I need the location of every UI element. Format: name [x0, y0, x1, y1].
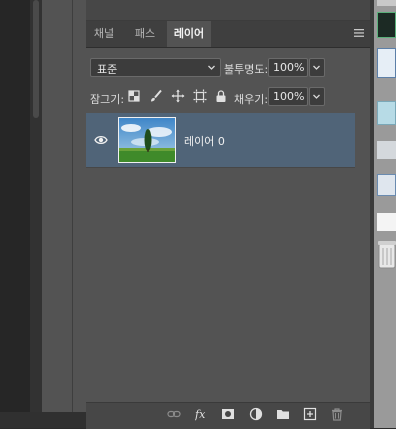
eye-icon[interactable] — [94, 134, 108, 146]
gutter-divider — [72, 0, 73, 428]
chevron-down-icon — [208, 65, 215, 70]
document-canvas-edge — [0, 0, 30, 412]
adjustment-layer-icon[interactable] — [249, 407, 263, 421]
tab-layers[interactable]: 레이어 — [167, 21, 211, 47]
status-strip — [0, 412, 86, 428]
lock-label: 잠그기: — [90, 93, 125, 106]
dock-thumbnail[interactable] — [377, 213, 396, 231]
lock-image-pixels-icon[interactable] — [149, 89, 163, 103]
dock-thumbnail[interactable] — [377, 174, 396, 196]
fill-label: 채우기: — [234, 93, 269, 106]
dock-thumbnail[interactable] — [377, 0, 396, 6]
layer-mask-icon[interactable] — [221, 407, 235, 421]
panel-gutter — [42, 0, 87, 428]
lock-transparent-pixels-icon[interactable] — [127, 89, 141, 103]
tab-paths[interactable]: 패스 — [127, 21, 163, 47]
list-divider — [86, 167, 355, 168]
group-folder-icon[interactable] — [276, 407, 290, 421]
dock-thumbnail[interactable] — [377, 101, 396, 125]
opacity-input[interactable]: 100% — [268, 58, 308, 77]
trash-icon[interactable] — [377, 238, 396, 272]
lock-all-icon[interactable] — [214, 89, 228, 103]
opacity-value: 100% — [273, 61, 305, 74]
trash-icon[interactable] — [330, 407, 344, 421]
fx-icon[interactable]: fx — [195, 407, 209, 421]
scrollbar-thumb[interactable] — [33, 0, 39, 118]
dock-thumbnail[interactable] — [377, 12, 396, 38]
tab-channels[interactable]: 채널 — [86, 21, 122, 47]
lock-artboard-icon[interactable] — [193, 89, 207, 103]
layer-name: 레이어 0 — [184, 135, 225, 148]
dock-thumbnail[interactable] — [377, 48, 396, 78]
chevron-down-icon — [313, 65, 320, 70]
fill-input[interactable]: 100% — [268, 87, 308, 106]
layer-thumbnail[interactable] — [118, 117, 176, 163]
fill-dropdown-button[interactable] — [309, 87, 325, 106]
lock-position-icon[interactable] — [171, 89, 185, 103]
blend-mode-value: 표준 — [97, 63, 118, 76]
fill-value: 100% — [273, 90, 305, 103]
opacity-dropdown-button[interactable] — [309, 58, 325, 77]
opacity-label: 불투명도: — [224, 63, 269, 76]
chevron-down-icon — [313, 94, 320, 99]
panel-top-strip — [86, 0, 370, 21]
link-layers-icon[interactable] — [167, 407, 181, 421]
new-layer-icon[interactable] — [303, 407, 317, 421]
svg-text:fx: fx — [195, 408, 206, 421]
blend-mode-select[interactable]: 표준 — [90, 58, 221, 77]
tree-field-sky-thumbnail — [119, 118, 175, 162]
dock-thumbnail[interactable] — [377, 141, 396, 159]
hamburger-menu-icon[interactable] — [353, 27, 365, 39]
